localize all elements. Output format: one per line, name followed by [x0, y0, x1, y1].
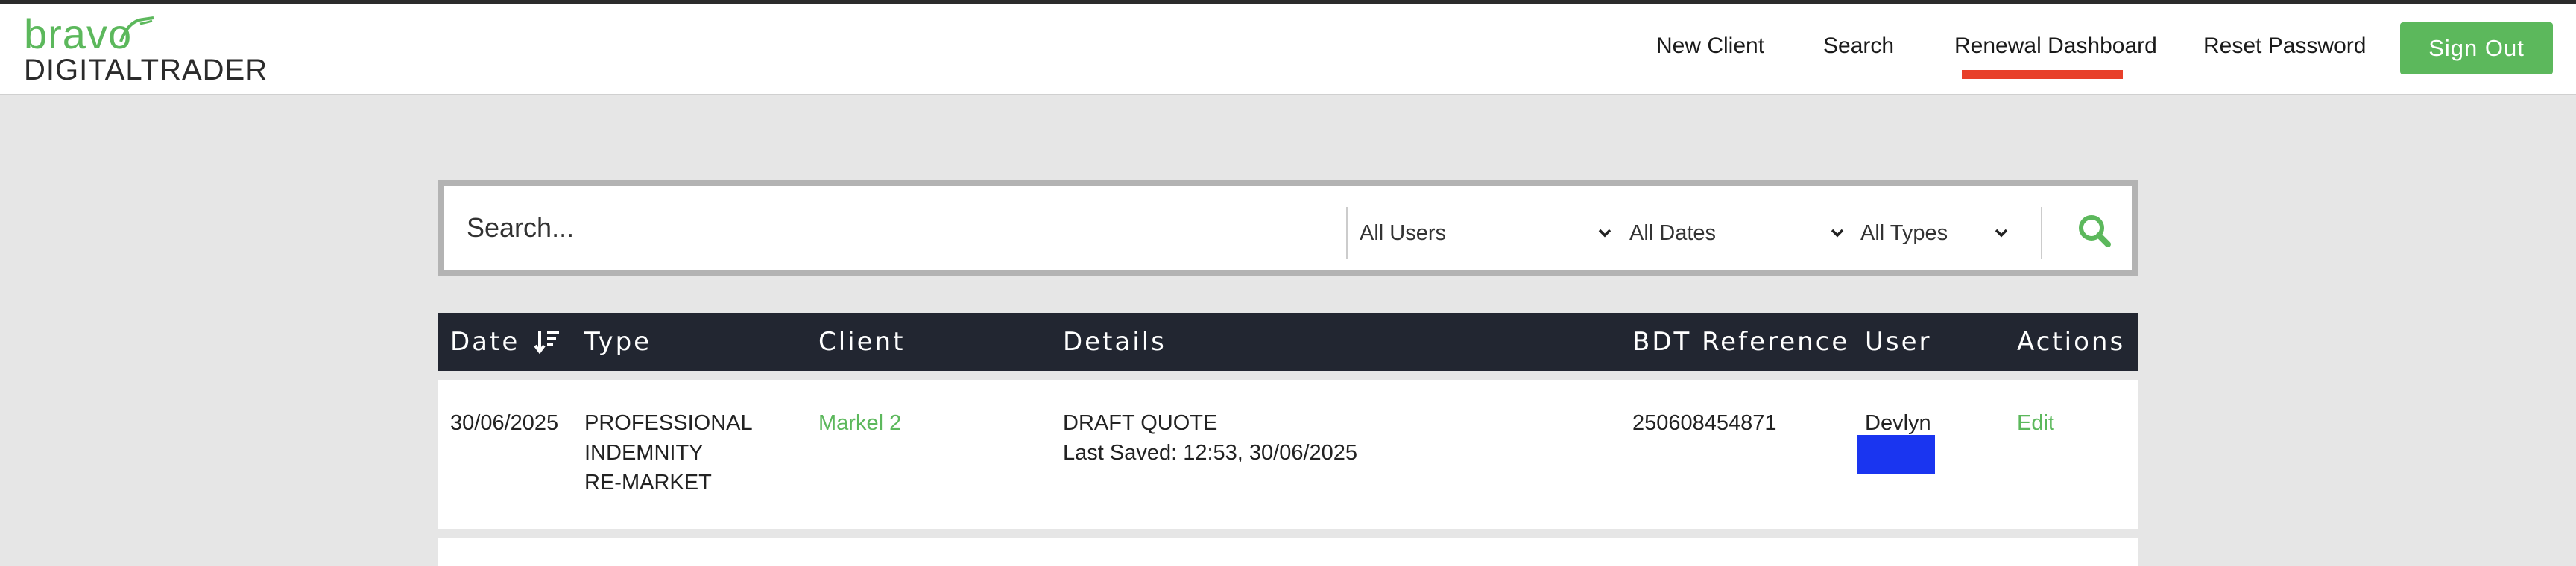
- logo-swoosh-icon: [119, 16, 154, 42]
- row-edit-link[interactable]: Edit: [2017, 408, 2054, 438]
- dates-select-value: All Dates: [1629, 221, 1717, 245]
- search-panel: All Users All Dates All Types: [438, 180, 2138, 276]
- logo[interactable]: bravo DIGITALTRADER: [24, 12, 277, 89]
- row-details-title: DRAFT QUOTE: [1063, 411, 1218, 435]
- search-divider: [2041, 207, 2042, 259]
- row-details: DRAFT QUOTE Last Saved: 12:53, 30/06/202…: [1063, 408, 1357, 468]
- row-user: Devlyn: [1865, 411, 1931, 435]
- chevron-down-icon: [1831, 229, 1844, 238]
- nav-reset-password[interactable]: Reset Password: [2203, 31, 2366, 61]
- users-select[interactable]: All Users: [1360, 207, 1613, 259]
- types-select-value: All Types: [1860, 221, 1948, 245]
- search-icon[interactable]: [2069, 206, 2121, 258]
- row-type-line: INDEMNITY: [584, 441, 704, 465]
- row-date: 30/06/2025: [450, 411, 559, 435]
- nav-new-client[interactable]: New Client: [1656, 31, 1764, 61]
- column-header-actions: Actions: [2017, 327, 2126, 357]
- row-type-line: PROFESSIONAL: [584, 411, 753, 435]
- search-input[interactable]: [467, 203, 1324, 253]
- chevron-down-icon: [1598, 229, 1611, 238]
- chevron-down-icon: [1995, 229, 2008, 238]
- table-header: Date Type Client Details BDT Reference U…: [438, 313, 2138, 371]
- table-row: [438, 538, 2138, 566]
- logo-bottom-text: DIGITALTRADER: [24, 54, 268, 86]
- sign-out-button[interactable]: Sign Out: [2400, 22, 2553, 74]
- sort-descending-icon[interactable]: [534, 328, 561, 354]
- row-client-link[interactable]: Markel 2: [818, 408, 901, 438]
- header: bravo DIGITALTRADER: [0, 4, 2576, 95]
- row-type-line: RE-MARKET: [584, 471, 712, 495]
- column-header-date[interactable]: Date: [450, 326, 520, 357]
- logo-top-text: bravo: [24, 10, 133, 57]
- column-header-details: Details: [1063, 327, 1167, 357]
- search-divider: [1346, 207, 1348, 259]
- row-bdt-reference: 250608454871: [1632, 411, 1777, 435]
- column-header-user: User: [1865, 327, 1932, 357]
- row-details-saved: Last Saved: 12:53, 30/06/2025: [1063, 441, 1358, 465]
- types-select[interactable]: All Types: [1860, 207, 2010, 259]
- dates-select[interactable]: All Dates: [1629, 207, 1846, 259]
- column-header-bdt-reference: BDT Reference: [1632, 327, 1850, 357]
- row-type: PROFESSIONAL INDEMNITY RE-MARKET: [584, 408, 753, 497]
- column-header-type: Type: [584, 327, 652, 357]
- column-header-client: Client: [818, 327, 906, 357]
- table-row: 30/06/2025 PROFESSIONAL INDEMNITY RE-MAR…: [438, 380, 2138, 529]
- user-badge: [1857, 435, 1935, 474]
- users-select-value: All Users: [1360, 221, 1447, 245]
- active-nav-indicator: [1962, 70, 2123, 79]
- nav-search[interactable]: Search: [1823, 31, 1894, 61]
- nav-renewal-dashboard[interactable]: Renewal Dashboard: [1954, 31, 2157, 61]
